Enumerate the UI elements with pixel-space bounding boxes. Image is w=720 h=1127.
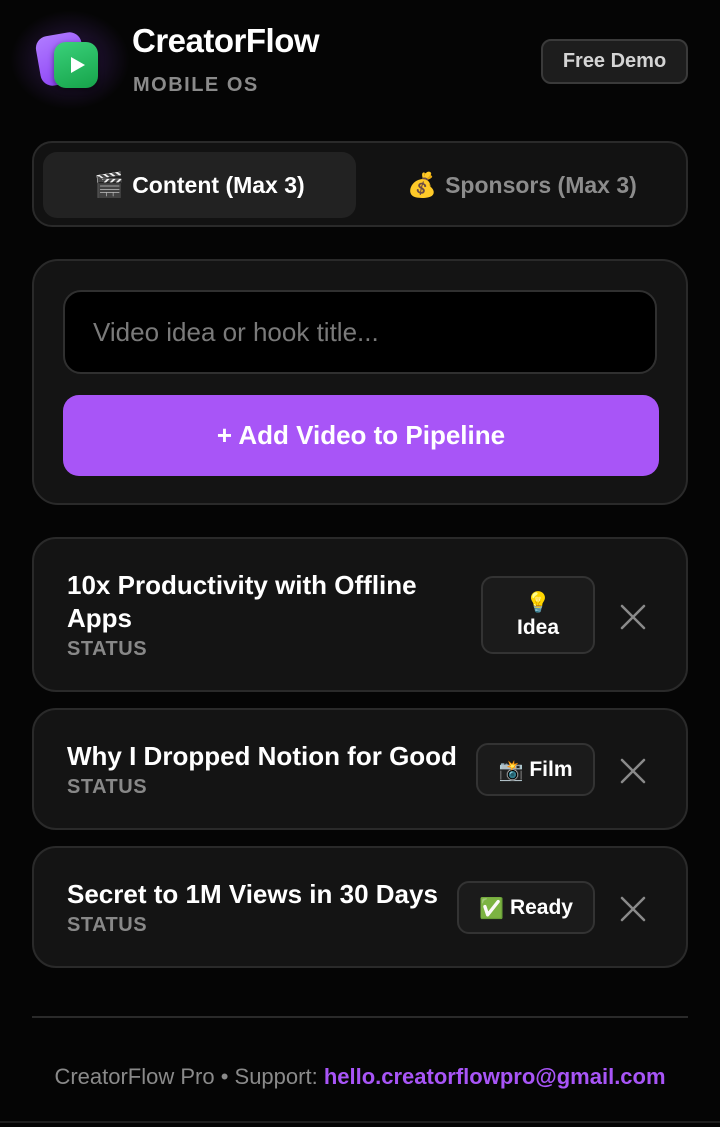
footer-divider	[32, 1016, 688, 1018]
video-title: 10x Productivity with Offline Apps	[67, 570, 417, 633]
app-subtitle: MOBILE OS	[133, 74, 259, 96]
video-title: Why I Dropped Notion for Good	[67, 741, 457, 771]
video-card: Why I Dropped Notion for Good STATUS 📸 F…	[32, 708, 688, 830]
tab-content-label: Content (Max 3)	[132, 171, 305, 198]
tab-content[interactable]: 🎬 Content (Max 3)	[43, 152, 356, 218]
status-selector[interactable]: 📸 Film	[476, 743, 595, 796]
check-mark-icon: ✅	[479, 895, 504, 920]
status-selector[interactable]: 💡 Idea	[481, 576, 595, 654]
status-value: Idea	[516, 616, 560, 639]
support-email-link[interactable]: hello.creatorflowpro@gmail.com	[324, 1064, 666, 1089]
video-status-label: STATUS	[67, 776, 148, 798]
tab-bar: 🎬 Content (Max 3) 💰 Sponsors (Max 3)	[32, 141, 688, 227]
footer-text: CreatorFlow Pro • Support:	[54, 1064, 324, 1089]
video-card: 10x Productivity with Offline Apps STATU…	[32, 537, 688, 692]
app-logo	[34, 30, 102, 92]
lightbulb-icon: 💡	[525, 590, 551, 614]
add-video-button[interactable]: + Add Video to Pipeline	[63, 395, 659, 476]
play-icon	[71, 57, 85, 73]
logo-front-tile	[54, 42, 98, 88]
money-bag-icon: 💰	[407, 171, 438, 199]
tab-sponsors[interactable]: 💰 Sponsors (Max 3)	[364, 152, 680, 218]
delete-video-button[interactable]	[613, 889, 653, 929]
bottom-edge	[0, 1121, 720, 1123]
free-demo-button[interactable]: Free Demo	[541, 39, 688, 84]
clapperboard-icon: 🎬	[94, 171, 125, 199]
delete-video-button[interactable]	[613, 597, 653, 637]
video-status-label: STATUS	[67, 914, 148, 936]
status-value: Film	[529, 757, 573, 781]
video-title: Secret to 1M Views in 30 Days	[67, 879, 438, 909]
camera-icon: 📸	[498, 757, 524, 782]
close-icon	[620, 604, 646, 630]
app-header: CreatorFlow MOBILE OS Free Demo	[0, 0, 720, 130]
status-selector[interactable]: ✅ Ready	[457, 881, 595, 934]
app-title: CreatorFlow	[132, 22, 320, 59]
tab-sponsors-label: Sponsors (Max 3)	[445, 171, 637, 198]
delete-video-button[interactable]	[613, 751, 653, 791]
video-card: Secret to 1M Views in 30 Days STATUS ✅ R…	[32, 846, 688, 968]
video-status-label: STATUS	[67, 638, 148, 660]
status-value: Ready	[509, 895, 573, 919]
add-video-panel: + Add Video to Pipeline	[32, 259, 688, 505]
close-icon	[620, 896, 646, 922]
close-icon	[620, 758, 646, 784]
video-idea-input[interactable]	[63, 290, 657, 374]
footer: CreatorFlow Pro • Support: hello.creator…	[0, 1064, 720, 1090]
